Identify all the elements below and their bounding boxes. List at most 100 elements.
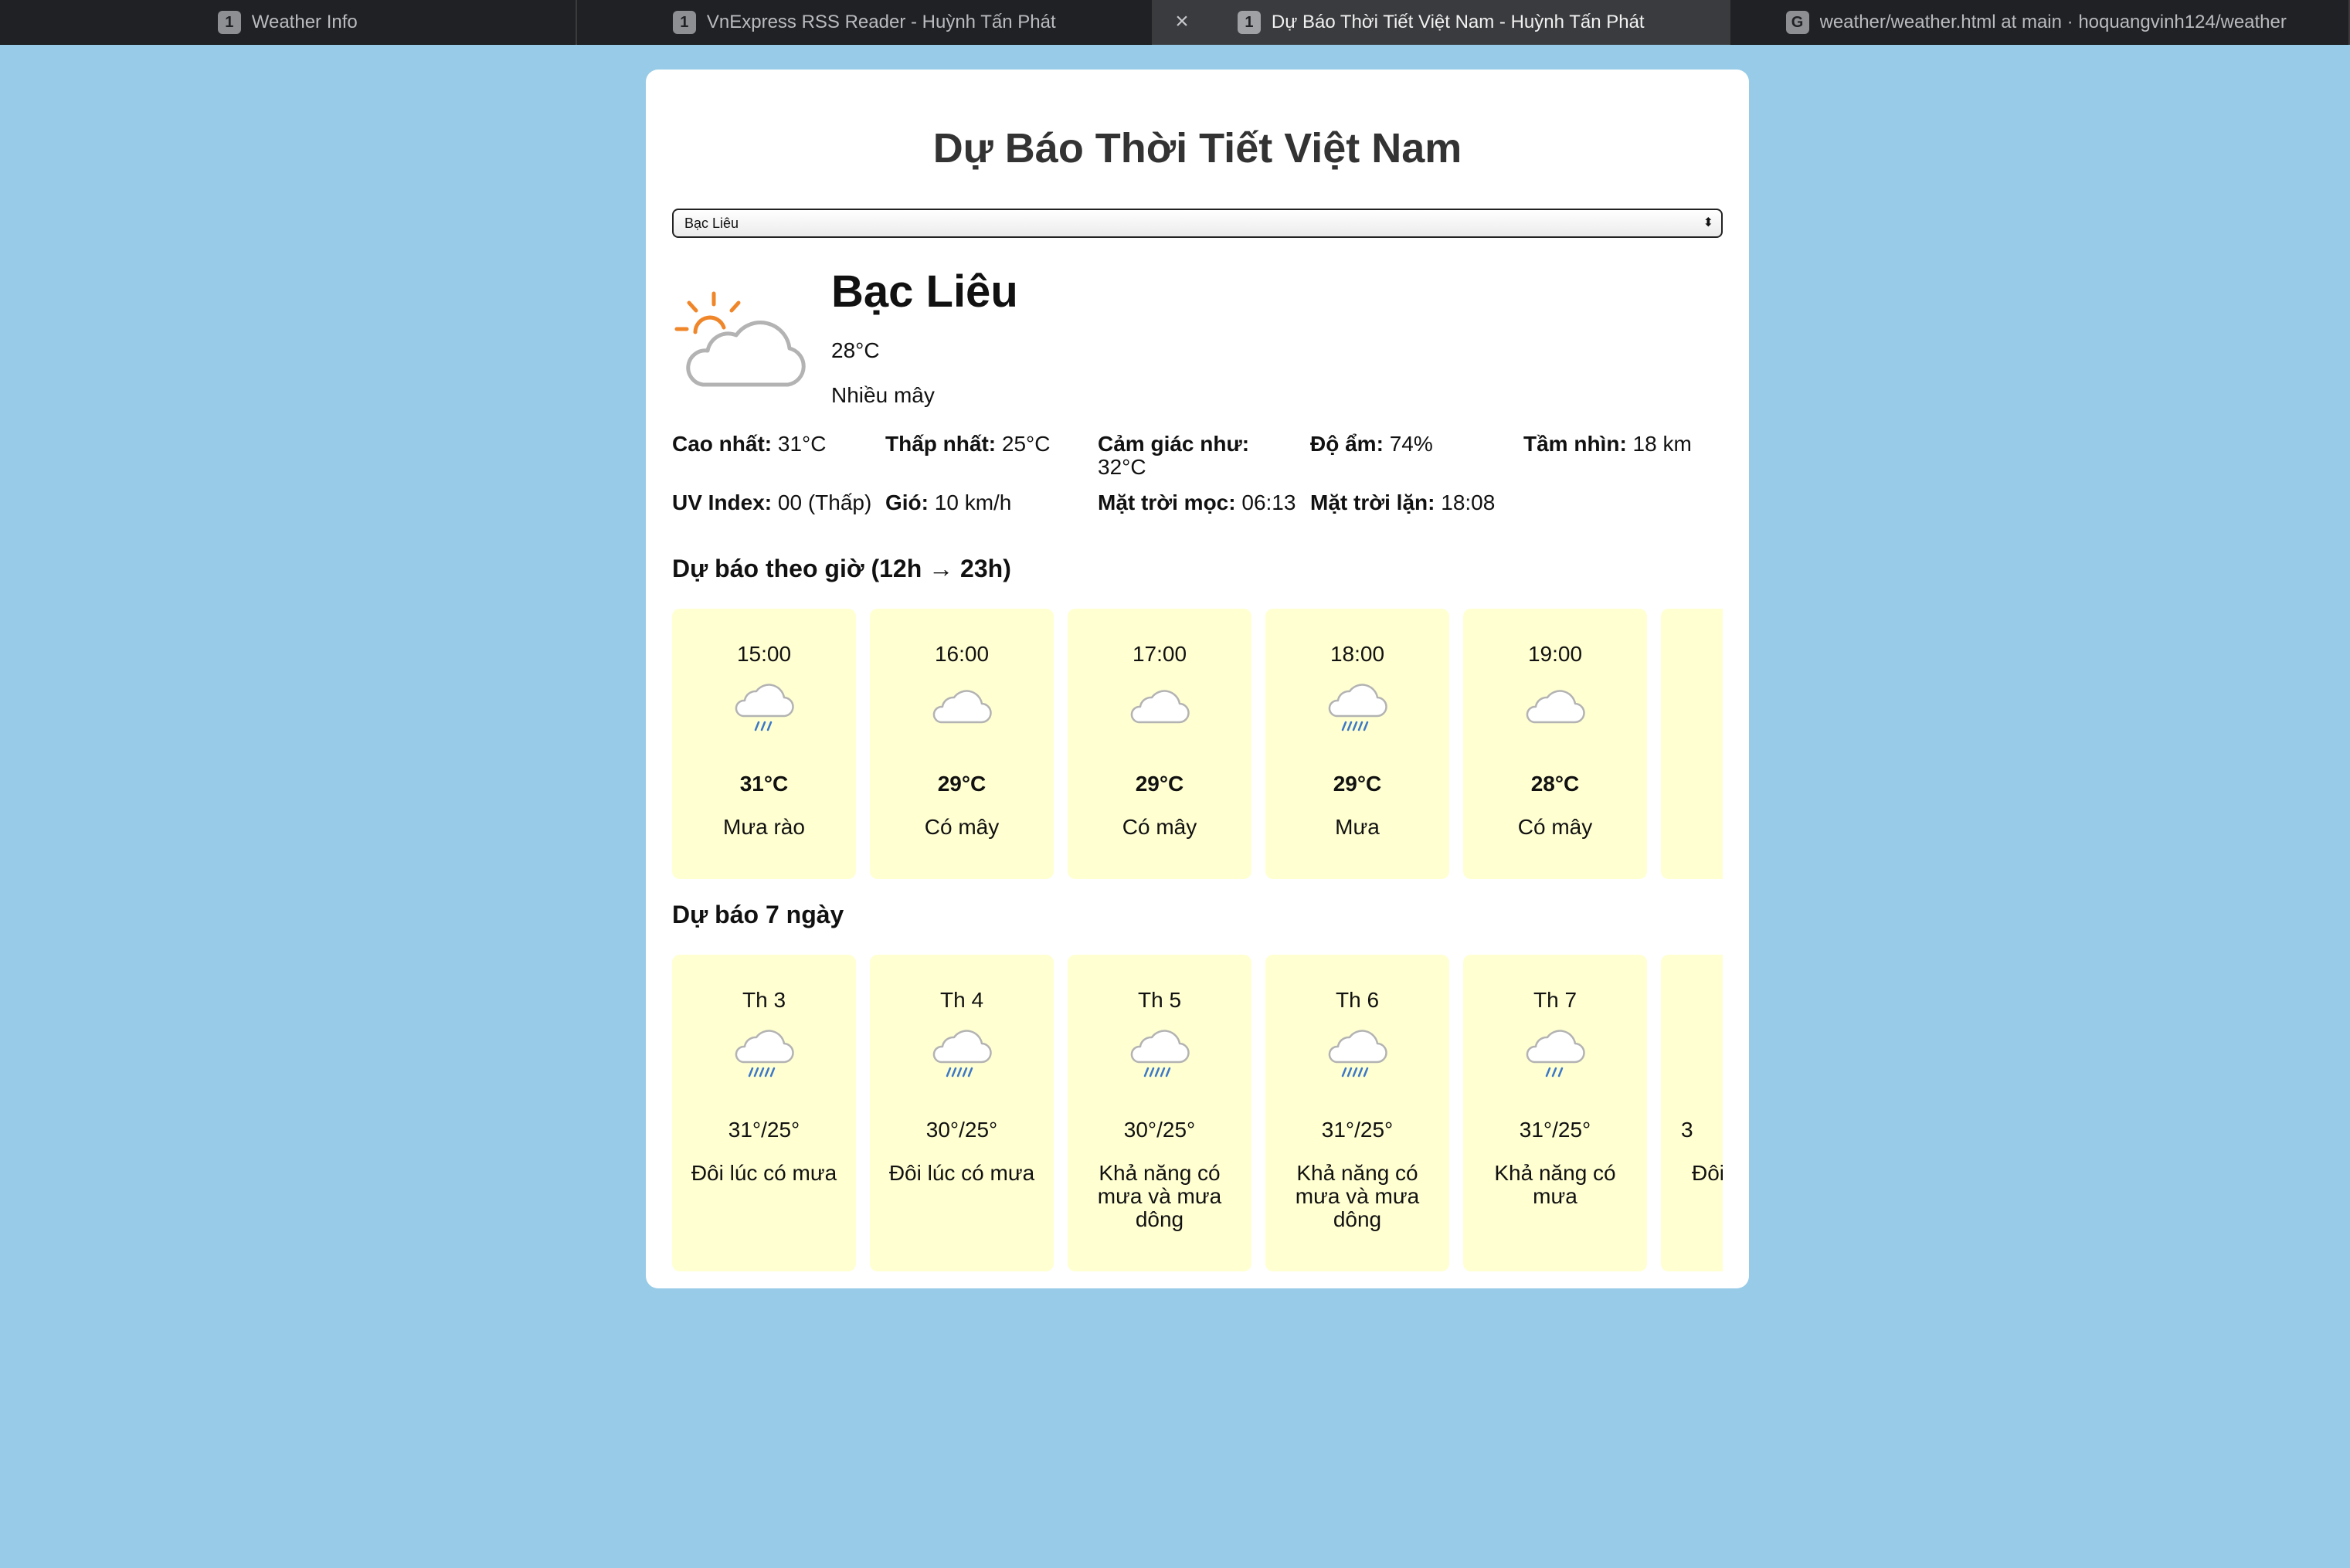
detail-uv-index: UV Index: 00 (Thấp) <box>672 491 881 514</box>
hourly-forecast-time: 17:00 <box>1132 642 1187 666</box>
city-name: Bạc Liêu <box>831 266 1018 317</box>
hourly-forecast-card: 17:00 29°C Có mây <box>1068 609 1251 879</box>
hourly-forecast-card: 18:00 29°C Mưa <box>1265 609 1449 879</box>
daily-forecast-day <box>1681 987 1723 1013</box>
weather-card: Dự Báo Thời Tiết Việt Nam Bạc Liêu ⬍ Bạc… <box>646 70 1749 1288</box>
detail-label: Cao nhất: <box>672 432 773 456</box>
tab-github-weather[interactable]: G weather/weather.html at main · hoquang… <box>1730 0 2350 45</box>
hourly-forecast-temperature: 31°C <box>739 772 789 796</box>
daily-forecast-description: Đôi lúc có mưa <box>888 1161 1035 1185</box>
cloud-icon <box>932 690 992 724</box>
detail-label: Mặt trời lặn: <box>1310 490 1435 514</box>
select-arrows-icon: ⬍ <box>1703 216 1713 229</box>
daily-forecast-temperature: 3 <box>1681 1118 1693 1142</box>
hourly-forecast-list: 15:00 31°C Mưa rào 16:00 29°C Có mây 17:00 29°C… <box>672 609 1723 879</box>
detail-value: 06:13 <box>1241 490 1296 514</box>
daily-forecast-card: Th 7 31°/25° Khả năng có mưa <box>1463 955 1647 1271</box>
hourly-forecast-description: Có mây <box>924 815 1000 839</box>
detail-label: UV Index: <box>672 490 773 514</box>
hourly-section-title: Dự báo theo giờ (12h → 23h) <box>672 555 1011 582</box>
tab-badge: 1 <box>217 11 241 34</box>
detail-label: Độ ẩm: <box>1310 432 1384 456</box>
tab-badge: 1 <box>672 11 696 34</box>
hourly-forecast-description: Có mây <box>1122 815 1197 839</box>
daily-forecast-description: Khả năng có mưa và mưa dông <box>1097 1161 1222 1231</box>
daily-forecast-day: Th 7 <box>1533 988 1577 1012</box>
tab-badge: 1 <box>1237 11 1261 34</box>
detail-high: Cao nhất: 31°C <box>672 433 857 456</box>
detail-value: 00 (Thấp) <box>777 490 872 514</box>
daily-section-title: Dự báo 7 ngày <box>672 901 844 928</box>
daily-forecast-card: Th 3 31°/25° Đôi lúc có mưa <box>672 955 856 1271</box>
city-select[interactable]: Bạc Liêu ⬍ <box>672 209 1723 238</box>
detail-wind: Gió: 10 km/h <box>885 491 1071 514</box>
daily-forecast-temperature: 31°/25° <box>1519 1118 1591 1142</box>
daily-forecast-row[interactable]: Th 3 31°/25° Đôi lúc có mưa Th 4 30°/25° Đôi … <box>672 955 1723 1271</box>
daily-forecast-description: Khả năng có mưa <box>1494 1161 1616 1208</box>
hourly-forecast-temperature: 29°C <box>1333 772 1382 796</box>
current-weather: Bạc Liêu 28°C Nhiều mây <box>672 238 1723 433</box>
page-title: Dự Báo Thời Tiết Việt Nam <box>932 125 1462 171</box>
daily-forecast-card: Th 5 30°/25° Khả năng có mưa và mưa dông <box>1068 955 1251 1271</box>
tab-title: VnExpress RSS Reader - Huỳnh Tấn Phát <box>706 12 1056 32</box>
detail-sunset: Mặt trời lặn: 18:08 <box>1310 491 1523 514</box>
tab-vnexpress-rss[interactable]: 1 VnExpress RSS Reader - Huỳnh Tấn Phát <box>577 0 1153 45</box>
detail-visibility: Tầm nhìn: 18 km <box>1523 433 1724 456</box>
tab-title: weather/weather.html at main · hoquangvi… <box>1819 12 2287 32</box>
hourly-forecast-time: 16:00 <box>934 642 990 666</box>
tab-title: Dự Báo Thời Tiết Việt Nam - Huỳnh Tấn Ph… <box>1271 12 1645 32</box>
rain-icon <box>1328 684 1387 731</box>
close-icon[interactable]: × <box>1170 10 1194 33</box>
hourly-forecast-temperature: 29°C <box>1135 772 1184 796</box>
hourly-forecast-description: Có mây <box>1517 815 1593 839</box>
rain-icon <box>735 1030 794 1078</box>
hourly-forecast-temperature <box>1715 771 1723 797</box>
daily-forecast-day: Th 6 <box>1335 988 1380 1012</box>
hourly-forecast-description: Mưa <box>1335 815 1380 839</box>
tab-du-bao-thoi-tiet[interactable]: × 1 Dự Báo Thời Tiết Việt Nam - Huỳnh Tấ… <box>1153 0 1730 45</box>
hourly-forecast-row[interactable]: 15:00 31°C Mưa rào 16:00 29°C Có mây 17:00 29°C… <box>672 609 1723 879</box>
daily-forecast-temperature: 30°/25° <box>925 1118 998 1142</box>
detail-feels-like: Cảm giác như: 32°C <box>1098 433 1268 479</box>
cloud-icon <box>1130 690 1190 724</box>
detail-value: 31°C <box>777 432 827 456</box>
detail-value: 74% <box>1389 432 1433 456</box>
rain-icon <box>1720 1027 1723 1089</box>
hourly-forecast-temperature: 29°C <box>937 772 987 796</box>
daily-forecast-card: 3 Đôi l <box>1661 955 1723 1271</box>
daily-forecast-temperature: 30°/25° <box>1123 1118 1196 1142</box>
detail-label: Mặt trời mọc: <box>1098 490 1236 514</box>
detail-label: Gió: <box>885 490 929 514</box>
daily-forecast-card: Th 6 31°/25° Khả năng có mưa và mưa dông <box>1265 955 1449 1271</box>
hourly-forecast-description: C <box>1715 816 1723 839</box>
daily-forecast-day: Th 4 <box>939 988 984 1012</box>
daily-forecast-temperature: 31°/25° <box>728 1118 800 1142</box>
hourly-forecast-card: 15:00 31°C Mưa rào <box>672 609 856 879</box>
hourly-forecast-time: 15:00 <box>736 642 792 666</box>
detail-value: 25°C <box>1001 432 1051 456</box>
daily-forecast-description: Khả năng có mưa và mưa dông <box>1295 1161 1420 1231</box>
tab-title: Weather Info <box>251 12 358 32</box>
hourly-forecast-description: Mưa rào <box>723 815 805 839</box>
current-description: Nhiều mây <box>831 383 935 407</box>
light-rain-icon <box>735 684 794 731</box>
browser-tab-bar: 1 Weather Info 1 VnExpress RSS Reader - … <box>0 0 2350 45</box>
daily-forecast-list: Th 3 31°/25° Đôi lúc có mưa Th 4 30°/25° Đôi … <box>672 955 1723 1271</box>
tab-badge: G <box>1785 11 1809 34</box>
daily-forecast-card: Th 4 30°/25° Đôi lúc có mưa <box>870 955 1054 1271</box>
detail-value: 18:08 <box>1441 490 1496 514</box>
rain-icon <box>1130 1030 1190 1078</box>
weather-details: Cao nhất: 31°C Thấp nhất: 25°C Cảm giác … <box>672 433 1723 553</box>
daily-forecast-day: Th 3 <box>742 988 786 1012</box>
detail-sunrise: Mặt trời mọc: 06:13 <box>1098 491 1310 514</box>
cloud-icon <box>1526 690 1585 724</box>
rain-icon <box>1328 1030 1387 1078</box>
tab-weather-info[interactable]: 1 Weather Info <box>0 0 577 45</box>
detail-value: 32°C <box>1098 455 1146 479</box>
light-rain-icon <box>1526 1030 1585 1078</box>
daily-forecast-day: Th 5 <box>1137 988 1182 1012</box>
detail-low: Thấp nhất: 25°C <box>885 433 1071 456</box>
daily-forecast-description: Đôi lúc có mưa <box>691 1161 837 1185</box>
hourly-forecast-card: 19:00 28°C Có mây <box>1463 609 1647 879</box>
daily-forecast-temperature: 31°/25° <box>1321 1118 1394 1142</box>
